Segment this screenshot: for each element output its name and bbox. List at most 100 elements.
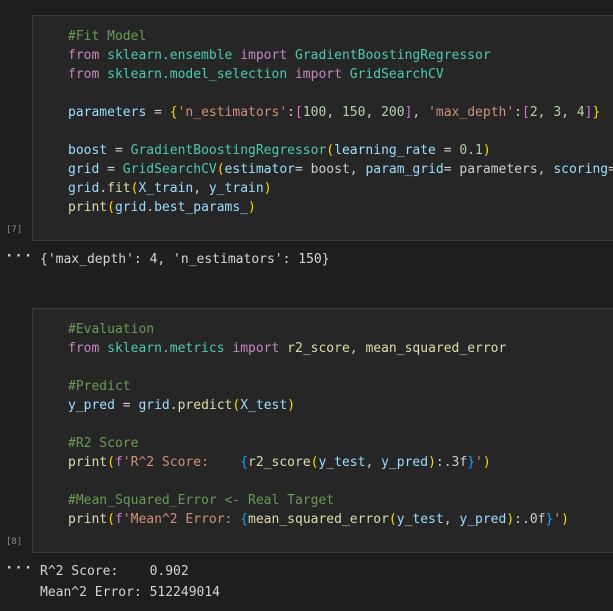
code-token: ,: [349, 341, 366, 356]
code-token: ,: [561, 105, 577, 120]
code-token: best_params_: [154, 200, 249, 215]
code-token: r2_score: [248, 455, 311, 470]
code-token: 'Mean^2 Error:: [122, 512, 241, 527]
code-token: 150: [341, 105, 366, 120]
code-cell-7[interactable]: #Fit Model from sklearn.ensemble import G…: [32, 15, 613, 241]
code-token: print: [68, 200, 108, 215]
output-line: Mean^2 Error: 512249014: [40, 585, 221, 600]
code-editor[interactable]: #Evaluation from sklearn.metrics import r…: [68, 320, 569, 529]
code-token: y_pred: [68, 398, 115, 413]
code-token: :.3f: [435, 455, 468, 470]
code-token: (: [388, 512, 397, 527]
code-token: 200: [381, 105, 405, 120]
output-menu-button[interactable]: ···: [5, 560, 33, 576]
code-token: (: [107, 455, 115, 470]
code-token: y_test: [396, 512, 444, 527]
execution-count: [7]: [6, 225, 23, 235]
code-line: print(f'R^2 Score: {r2_score(y_test, y_p…: [68, 453, 569, 472]
code-token: 'max_depth': [428, 105, 515, 120]
code-token: :.0f: [514, 512, 546, 527]
code-line: print(f'Mean^2 Error: {mean_squared_erro…: [68, 510, 569, 529]
code-line: y_pred = grid.predict(X_test): [68, 396, 569, 415]
code-token: 'R^2 Score:: [122, 455, 241, 470]
output-line: R^2 Score: 0.902: [40, 564, 189, 579]
code-token: sklearn.ensemble: [107, 48, 233, 63]
code-token: ): [506, 512, 515, 527]
code-line: from sklearn.metrics import r2_score, me…: [68, 339, 569, 358]
cell-output: {'max_depth': 4, 'n_estimators': 150}: [40, 249, 330, 270]
code-token: f: [114, 455, 123, 470]
code-line: #Evaluation: [68, 320, 569, 339]
code-token: learning_rate: [334, 143, 436, 158]
code-token: = parameters,: [443, 162, 554, 177]
code-token: :: [287, 105, 295, 120]
code-token: 2: [529, 105, 538, 120]
code-token: =: [608, 162, 613, 177]
code-token: grid: [138, 398, 170, 413]
code-line: grid = GridSearchCV(estimator= boost, pa…: [68, 160, 613, 179]
code-token: #Mean_Squared_Error <- Real Target: [68, 493, 335, 508]
code-line: #Mean_Squared_Error <- Real Target: [68, 491, 569, 510]
code-token: =: [435, 143, 460, 158]
code-token: X_train: [138, 181, 194, 196]
code-token: r2_score: [287, 341, 350, 356]
code-cell-8[interactable]: #Evaluation from sklearn.metrics import r…: [32, 308, 613, 553]
code-token: (: [107, 200, 115, 215]
code-line: print(grid.best_params_): [68, 198, 613, 217]
code-token: }: [467, 455, 476, 470]
code-token: y_pred: [459, 512, 507, 527]
code-token: (: [216, 162, 225, 177]
code-editor[interactable]: #Fit Model from sklearn.ensemble import G…: [68, 27, 613, 217]
code-token: (: [326, 143, 335, 158]
code-token: .: [169, 398, 178, 413]
code-token: {: [240, 512, 249, 527]
code-line: parameters = {'n_estimators':[100, 150, …: [68, 103, 613, 122]
code-token: =: [146, 105, 170, 120]
code-token: GridSearchCV: [349, 67, 444, 82]
code-line: from sklearn.ensemble import GradientBoo…: [68, 46, 613, 65]
code-token: grid: [114, 200, 147, 215]
code-token: {: [240, 455, 249, 470]
code-token: import: [224, 341, 288, 356]
code-token: (: [107, 512, 115, 527]
code-token: =: [107, 143, 131, 158]
code-token: 3: [553, 105, 562, 120]
code-token: ): [263, 181, 272, 196]
code-token: print: [68, 455, 108, 470]
code-token: f: [114, 512, 123, 527]
code-token: ): [482, 455, 491, 470]
code-token: y_train: [208, 181, 264, 196]
code-token: #Fit Model: [68, 29, 147, 44]
code-token: param_grid: [365, 162, 444, 177]
output-line: {'max_depth': 4, 'n_estimators': 150}: [40, 252, 330, 267]
code-token: = boost,: [295, 162, 366, 177]
code-token: =: [114, 398, 139, 413]
code-token: y_pred: [381, 455, 429, 470]
code-token: from: [68, 67, 108, 82]
cell-output: R^2 Score: 0.902 Mean^2 Error: 512249014: [40, 561, 220, 603]
code-token: #R2 Score: [68, 436, 139, 451]
code-token: X_test: [240, 398, 288, 413]
code-token: print: [68, 512, 108, 527]
code-token: ,: [537, 105, 554, 120]
code-token: ,: [412, 105, 429, 120]
code-line: from sklearn.model_selection import Grid…: [68, 65, 613, 84]
output-menu-button[interactable]: ···: [5, 248, 33, 264]
code-token: from: [68, 48, 108, 63]
code-token: :: [514, 105, 522, 120]
code-line: boost = GradientBoostingRegressor(learni…: [68, 141, 613, 160]
execution-count: [8]: [6, 537, 23, 547]
code-token: ): [428, 455, 436, 470]
code-token: ': [553, 512, 562, 527]
code-token: .: [146, 200, 155, 215]
code-token: 100: [302, 105, 327, 120]
code-token: import: [232, 48, 295, 63]
code-token: grid: [68, 181, 100, 196]
code-token: 4: [576, 105, 585, 120]
code-token: ): [248, 200, 256, 215]
code-token: ,: [365, 455, 382, 470]
